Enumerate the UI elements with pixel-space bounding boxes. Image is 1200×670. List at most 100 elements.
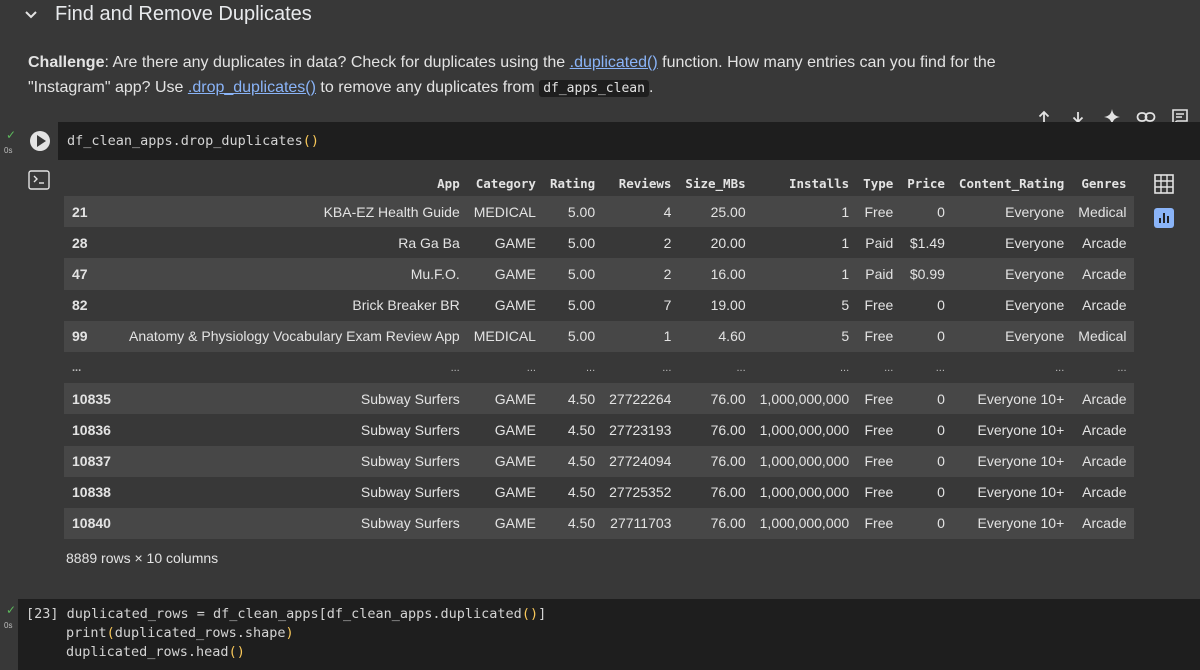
table-cell: 2 bbox=[602, 258, 679, 290]
table-cell: Ra Ga Ba bbox=[122, 227, 467, 259]
cell1-exec-time: 0s bbox=[4, 146, 13, 155]
table-cell: Arcade bbox=[1071, 445, 1134, 477]
column-header bbox=[64, 170, 122, 196]
table-cell: Free bbox=[856, 289, 901, 321]
table-cell: Everyone bbox=[951, 320, 1072, 352]
table-cell: 27724094 bbox=[602, 445, 679, 477]
cell2-exec-time: 0s bbox=[4, 621, 13, 630]
table-cell: Subway Surfers bbox=[122, 445, 467, 477]
column-header: Genres bbox=[1081, 175, 1127, 191]
para-text-4: . bbox=[648, 79, 654, 96]
row-index: ... bbox=[64, 351, 122, 384]
table-cell: $1.49 bbox=[900, 227, 952, 259]
code-cell-2[interactable]: [23] duplicated_rows = df_clean_apps[df_… bbox=[18, 599, 1200, 670]
code-parens: () bbox=[521, 606, 539, 622]
table-cell: GAME bbox=[466, 476, 543, 508]
table-cell: GAME bbox=[466, 507, 543, 540]
cell1-status-check-icon: ✓ bbox=[6, 128, 17, 142]
run-cell-button[interactable] bbox=[30, 131, 50, 151]
duplicated-link[interactable]: .duplicated() bbox=[570, 54, 658, 71]
table-cell: 0 bbox=[900, 383, 952, 415]
table-cell: 1,000,000,000 bbox=[752, 507, 857, 540]
drop-duplicates-link[interactable]: .drop_duplicates() bbox=[188, 79, 316, 96]
table-cell: ... bbox=[122, 351, 467, 384]
table-cell: 25.00 bbox=[678, 196, 753, 228]
code-text: ] bbox=[538, 606, 547, 622]
row-index: 21 bbox=[64, 196, 122, 228]
table-cell: GAME bbox=[466, 383, 543, 415]
code-parens: () bbox=[228, 644, 245, 660]
table-ellipsis-row: ................................. bbox=[64, 351, 1134, 384]
table-cell: 4.50 bbox=[542, 507, 603, 540]
table-cell: Free bbox=[856, 507, 901, 540]
code-line: print(duplicated_rows.shape) bbox=[66, 625, 294, 641]
row-index: 99 bbox=[64, 320, 122, 352]
table-cell: Free bbox=[856, 196, 901, 228]
table-cell: Mu.F.O. bbox=[122, 258, 467, 290]
section-header[interactable]: Find and Remove Duplicates bbox=[0, 0, 1200, 30]
row-index: 82 bbox=[64, 289, 122, 321]
table-cell: 76.00 bbox=[678, 476, 753, 508]
chart-suggestion-icon[interactable] bbox=[1153, 207, 1175, 229]
cell2-status-check-icon: ✓ bbox=[6, 603, 17, 617]
table-cell: GAME bbox=[466, 445, 543, 477]
table-cell: 1,000,000,000 bbox=[752, 414, 857, 446]
play-icon bbox=[37, 135, 46, 147]
table-cell: Free bbox=[856, 476, 901, 508]
table-cell: 76.00 bbox=[678, 383, 753, 415]
output-actions-icon[interactable] bbox=[28, 170, 50, 190]
table-cell: 5.00 bbox=[542, 227, 603, 259]
table-cell: 19.00 bbox=[678, 289, 753, 321]
table-cell: 1 bbox=[752, 227, 857, 259]
table-cell: 20.00 bbox=[678, 227, 753, 259]
table-cell: ... bbox=[466, 351, 543, 384]
table-cell: Subway Surfers bbox=[122, 507, 467, 540]
table-cell: 27725352 bbox=[602, 476, 679, 508]
column-header: Rating bbox=[549, 175, 596, 191]
table-cell: Everyone 10+ bbox=[951, 383, 1072, 415]
table-cell: Everyone bbox=[951, 258, 1072, 290]
table-view-icon[interactable] bbox=[1153, 173, 1175, 195]
code-text: duplicated_rows.head bbox=[66, 644, 229, 660]
code-cell-1[interactable]: df_clean_apps.drop_duplicates() bbox=[58, 122, 1200, 160]
table-cell: 2 bbox=[602, 227, 679, 259]
table-row: 10837 Subway Surfers GAME 4.50 27724094 76.00… bbox=[64, 445, 1134, 477]
table-cell: 76.00 bbox=[678, 414, 753, 446]
chevron-down-icon[interactable] bbox=[22, 6, 40, 24]
table-cell: 27711703 bbox=[602, 507, 679, 540]
table-row: 47 Mu.F.O. GAME 5.00 2 16.00 1 Paid $0.99 Everyon… bbox=[64, 258, 1134, 290]
table-header-row: App Category Rating Reviews Size_MBs Ins… bbox=[64, 170, 1134, 196]
table-cell: 1 bbox=[752, 258, 857, 290]
table-cell: 5.00 bbox=[542, 196, 603, 228]
table-cell: 5 bbox=[752, 320, 857, 352]
table-cell: GAME bbox=[466, 414, 543, 446]
table-cell: ... bbox=[542, 351, 603, 384]
row-index: 10835 bbox=[64, 383, 122, 415]
table-cell: 4.60 bbox=[678, 320, 753, 352]
table-cell: Brick Breaker BR bbox=[122, 289, 467, 321]
code-text: duplicated_rows.shape bbox=[114, 625, 286, 641]
table-cell: Paid bbox=[856, 258, 901, 290]
code-parens: ) bbox=[285, 625, 294, 641]
table-row: 10840 Subway Surfers GAME 4.50 27711703 76.00… bbox=[64, 507, 1134, 540]
column-header: Installs bbox=[788, 175, 850, 191]
table-cell: 1,000,000,000 bbox=[752, 445, 857, 477]
row-index: 47 bbox=[64, 258, 122, 290]
table-cell: Arcade bbox=[1071, 507, 1134, 540]
row-index: 10836 bbox=[64, 414, 122, 446]
table-cell: Everyone 10+ bbox=[951, 507, 1072, 540]
row-index: 10837 bbox=[64, 445, 122, 477]
table-cell: 1,000,000,000 bbox=[752, 476, 857, 508]
row-index: 28 bbox=[64, 227, 122, 259]
table-cell: 0 bbox=[900, 289, 952, 321]
table-cell: Medical bbox=[1071, 320, 1134, 352]
table-cell: Free bbox=[856, 383, 901, 415]
table-row: 82 Brick Breaker BR GAME 5.00 7 19.00 5 Free 0 Ev… bbox=[64, 289, 1134, 321]
table-row: 10836 Subway Surfers GAME 4.50 27723193 76.00… bbox=[64, 414, 1134, 446]
table-cell: 16.00 bbox=[678, 258, 753, 290]
table-cell: GAME bbox=[466, 258, 543, 290]
table-row: 99 Anatomy & Physiology Vocabulary Exam R… bbox=[64, 320, 1134, 352]
table-cell: Free bbox=[856, 320, 901, 352]
code-text: print bbox=[66, 625, 107, 641]
table-cell: Subway Surfers bbox=[122, 383, 467, 415]
